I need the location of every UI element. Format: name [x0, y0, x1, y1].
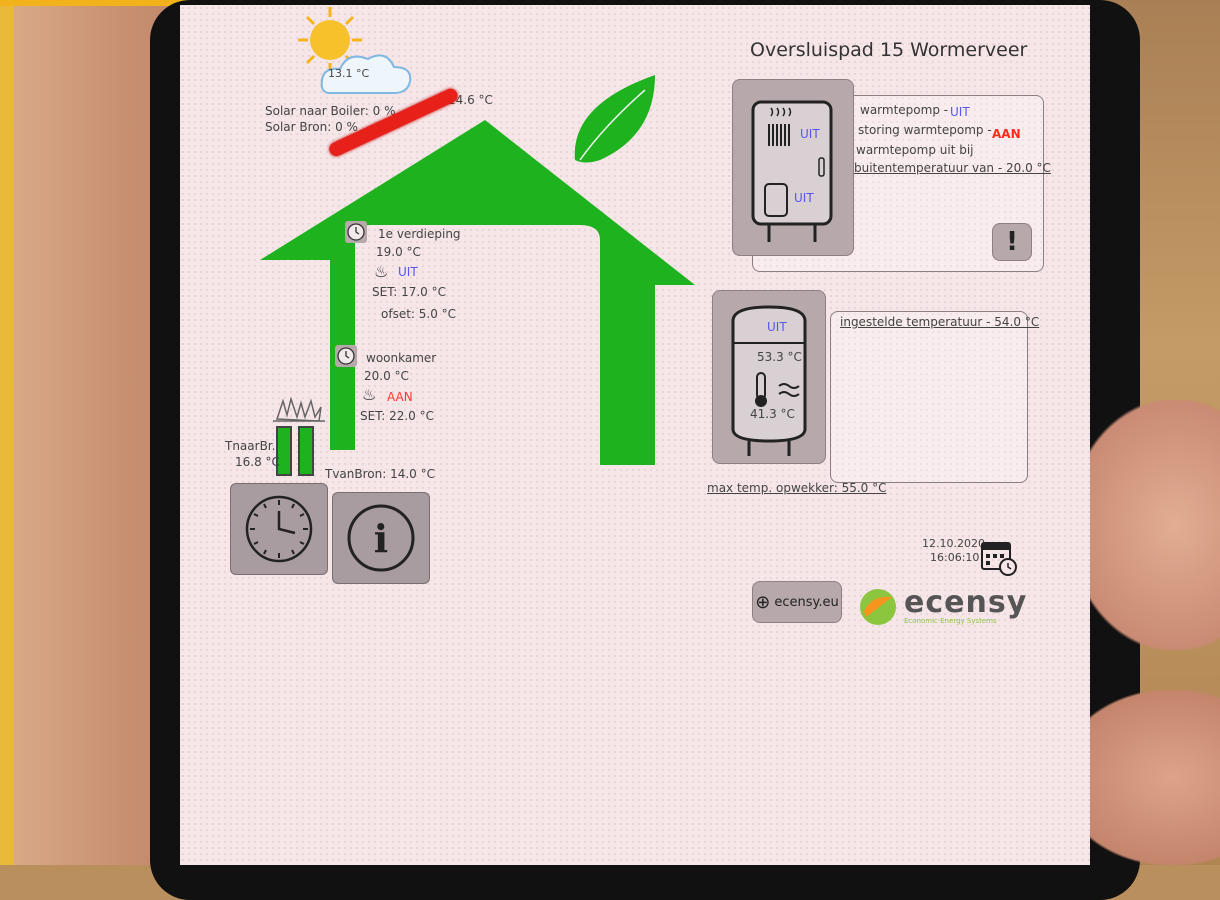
ground-source-icon — [273, 397, 325, 476]
website-label: ecensy.eu — [774, 594, 839, 610]
heating-icon: ♨ — [374, 262, 389, 281]
current-time: 16:06:10 — [930, 551, 980, 564]
zone-name: 1e verdieping — [378, 227, 461, 241]
zone-temp: 19.0 °C — [376, 245, 421, 259]
ground-out-temp: 16.8 °C — [235, 455, 280, 469]
heatpump-unit[interactable] — [732, 79, 854, 256]
ground-out-label: TnaarBr. — [225, 439, 276, 453]
clock-icon[interactable] — [345, 221, 367, 243]
zone-temp: 20.0 °C — [364, 369, 409, 383]
boiler-top-temp: 53.3 °C — [757, 350, 802, 364]
zone-offset: ofset: 5.0 °C — [381, 307, 457, 321]
boiler-card — [830, 311, 1028, 483]
current-date: 12.10.2020 — [922, 537, 985, 550]
boiler-setpoint[interactable]: ingestelde temperatuur - 54.0 °C — [840, 315, 1039, 329]
zone-heat-state: AAN — [387, 390, 413, 404]
boiler-bottom-temp: 41.3 °C — [750, 407, 795, 421]
heatpump-status-label: warmtepomp - — [860, 103, 949, 117]
heatpump-icon — [751, 100, 833, 242]
clock-icon — [245, 495, 313, 563]
heatpump-badge: UIT — [800, 127, 820, 141]
clock-icon[interactable] — [335, 345, 357, 367]
background-finger — [1070, 400, 1220, 650]
website-link-button[interactable]: ⊕ ecensy.eu — [752, 581, 842, 623]
calendar-clock-icon[interactable] — [980, 537, 1020, 577]
heatpump-cutoff-temp[interactable]: buitentemperatuur van - 20.0 °C — [854, 161, 1051, 175]
zone-setpoint: SET: 17.0 °C — [372, 285, 446, 299]
heatpump-fault-label: storing warmtepomp - — [858, 123, 992, 137]
boiler-badge: UIT — [767, 320, 787, 334]
heatpump-status-value: UIT — [950, 105, 970, 119]
heatpump-badge: UIT — [794, 191, 814, 205]
app-screen: Oversluispad 15 Wormerveer 13.1 °C Solar… — [180, 5, 1090, 865]
heatpump-fault-value: AAN — [992, 127, 1021, 141]
house-icon — [260, 75, 695, 465]
ecensy-logo-mark — [860, 589, 896, 625]
zone-heat-state: UIT — [398, 265, 418, 279]
address-title: Oversluispad 15 Wormerveer — [750, 39, 1028, 61]
ecensy-logo: ecensy Economic Energy Systems — [858, 587, 1027, 627]
info-icon: i — [347, 504, 415, 572]
zone-name: woonkamer — [366, 351, 437, 365]
zone-setpoint: SET: 22.0 °C — [360, 409, 434, 423]
boiler-max-temp[interactable]: max temp. opwekker: 55.0 °C — [707, 481, 886, 495]
brand-name: ecensy — [904, 585, 1028, 620]
info-button[interactable]: i — [332, 492, 430, 584]
warning-icon: ! — [1006, 227, 1018, 257]
heating-icon: ♨ — [362, 385, 377, 404]
heatpump-cutoff-label: warmtepomp uit bij — [856, 143, 974, 157]
globe-icon: ⊕ — [755, 591, 771, 613]
svg-text:i: i — [374, 516, 388, 561]
boiler-unit[interactable] — [712, 290, 826, 464]
alarm-button[interactable]: ! — [992, 223, 1032, 261]
schedule-button[interactable] — [230, 483, 328, 575]
ground-in-temp: TvanBron: 14.0 °C — [325, 467, 436, 481]
boiler-tank-icon — [731, 305, 807, 456]
